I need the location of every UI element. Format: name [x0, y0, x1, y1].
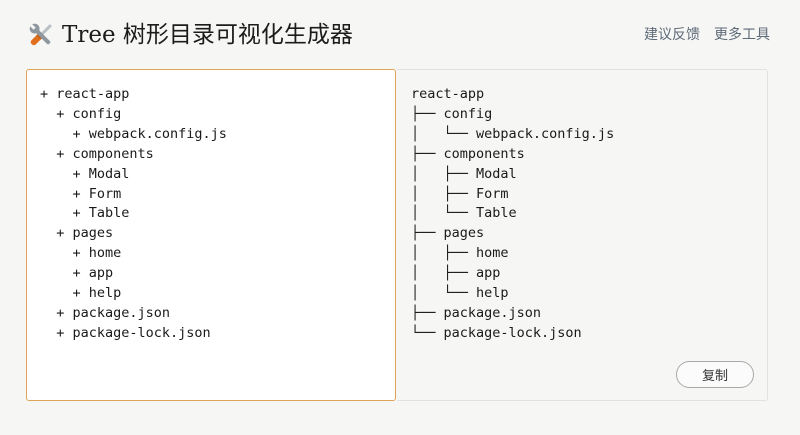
copy-button[interactable]: 复制: [676, 361, 754, 388]
app-title: Tree 树形目录可视化生成器: [62, 22, 353, 48]
nav-more-tools-link[interactable]: 更多工具: [714, 26, 770, 44]
nav-feedback-link[interactable]: 建议反馈: [644, 26, 700, 44]
tree-output-panel: react-app ├── config │ └── webpack.confi…: [397, 69, 768, 401]
tools-icon: [29, 23, 52, 46]
top-nav: 建议反馈 更多工具: [644, 26, 770, 44]
tree-input[interactable]: + react-app + config + webpack.config.js…: [27, 70, 395, 400]
tree-input-panel: + react-app + config + webpack.config.js…: [26, 69, 396, 401]
header: Tree 树形目录可视化生成器 建议反馈 更多工具: [0, 0, 800, 70]
tree-output: react-app ├── config │ └── webpack.confi…: [411, 86, 615, 341]
